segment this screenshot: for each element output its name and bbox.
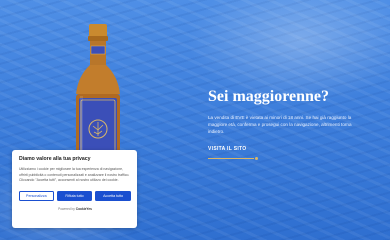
accept-all-button[interactable]: Accetta tutto — [95, 190, 131, 201]
underline-dot — [255, 157, 258, 160]
cookie-buttons: Personalizza Rifiuta tutto Accetta tutto — [19, 190, 131, 201]
powered-by: Powered by CookieYes — [19, 207, 131, 211]
underline-bar — [208, 158, 254, 159]
age-gate: Sei maggiorenne? La vendita di EVE è vie… — [208, 88, 378, 160]
visit-site-link[interactable]: VISITA IL SITO — [208, 146, 246, 152]
age-verification-page: Sei maggiorenne? La vendita di EVE è vie… — [0, 0, 390, 240]
visit-site-underline — [208, 157, 378, 160]
age-gate-text: La vendita di EVE è vietata ai minori di… — [208, 115, 352, 134]
cookie-title: Diamo valore alla tua privacy — [19, 156, 91, 162]
powered-prefix: Powered by — [58, 206, 75, 211]
reject-all-button[interactable]: Rifiuta tutto — [56, 190, 93, 201]
powered-brand[interactable]: CookieYes — [76, 207, 92, 211]
customize-button[interactable]: Personalizza — [19, 190, 54, 201]
cookie-consent-banner: Diamo valore alla tua privacy Utilizziam… — [12, 150, 137, 228]
cookie-text: Utilizziamo i cookie per migliorare la t… — [19, 167, 130, 183]
age-gate-title: Sei maggiorenne? — [208, 88, 330, 105]
